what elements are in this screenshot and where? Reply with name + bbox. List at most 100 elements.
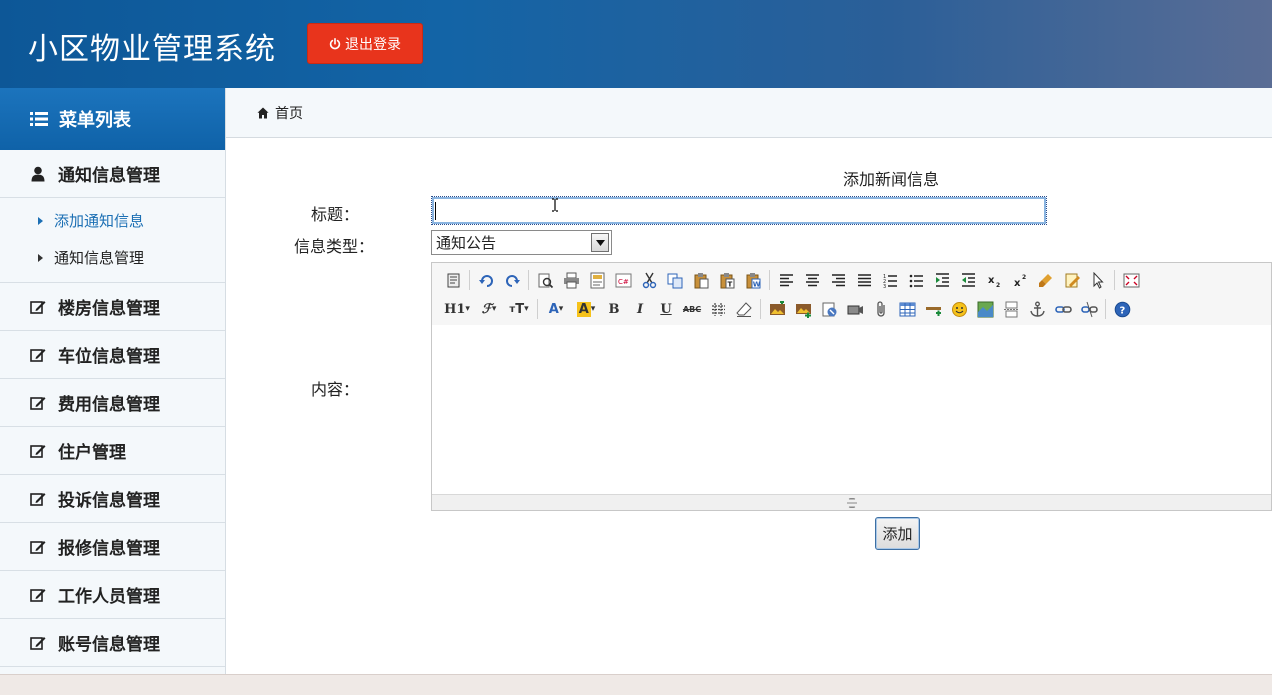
menu-group-resident[interactable]: 住户管理 [0,427,225,475]
pagebreak-icon[interactable] [998,296,1024,322]
attachment-icon[interactable] [868,296,894,322]
hr-icon[interactable] [920,296,946,322]
ordered-list-icon[interactable]: 123 [877,267,903,293]
eraser-icon[interactable] [731,296,757,322]
dropdown-arrow-icon[interactable] [591,233,609,252]
multi-image-icon[interactable] [790,296,816,322]
toolbar-row-2: H1 ▾ ℱ ▾ т T ▾ A ▾ A ▾ B I U ABC ? [440,296,1135,322]
editor-content-area[interactable] [432,325,1271,496]
superscript-icon[interactable]: x2 [1007,267,1033,293]
template-icon[interactable] [584,267,610,293]
select-all-icon[interactable] [1059,267,1085,293]
paste-text-icon[interactable]: T [714,267,740,293]
fullscreen-icon[interactable] [1118,267,1144,293]
logout-label: 退出登录 [345,36,401,53]
underline-icon[interactable]: U [653,296,679,322]
paste-word-icon[interactable]: W [740,267,766,293]
top-header: 小区物业管理系统 退出登录 [0,0,1272,88]
media-icon[interactable] [842,296,868,322]
link-icon[interactable] [1050,296,1076,322]
menu-group-label: 车位信息管理 [58,347,160,367]
unordered-list-icon[interactable] [903,267,929,293]
svg-text:2: 2 [996,282,1000,289]
undo-icon[interactable] [473,267,499,293]
image-icon[interactable] [764,296,790,322]
preview-icon[interactable] [532,267,558,293]
menu-group-staff[interactable]: 工作人员管理 [0,571,225,619]
menu-group-label: 费用信息管理 [58,395,160,415]
emoticon-icon[interactable] [946,296,972,322]
align-justify-icon[interactable] [851,267,877,293]
app-title: 小区物业管理系统 [28,32,276,67]
sidebar-item-label: 添加通知信息 [54,212,145,230]
caret-right-icon [38,216,43,225]
menu-group-parking[interactable]: 车位信息管理 [0,331,225,379]
menu-group-building[interactable]: 楼房信息管理 [0,283,225,331]
text-caret [435,202,436,220]
line-height-icon[interactable] [705,296,731,322]
sidebar-heading: 菜单列表 [0,88,225,150]
toolbar-separator [760,299,761,319]
font-family-icon[interactable]: ℱ ▾ [474,296,504,322]
clear-format-icon[interactable] [1033,267,1059,293]
menu-group-label: 通知信息管理 [58,166,160,186]
menu-group-complaint[interactable]: 投诉信息管理 [0,475,225,523]
edit-icon [30,540,46,554]
menu-group-notice[interactable]: 通知信息管理 [0,150,225,198]
font-color-icon[interactable]: A ▾ [541,296,571,322]
anchor-icon[interactable] [1024,296,1050,322]
unlink-icon[interactable] [1076,296,1102,322]
power-icon [329,37,341,49]
menu-group-label: 报修信息管理 [58,539,160,559]
add-button[interactable]: 添加 [875,517,920,550]
help-icon[interactable]: ? [1109,296,1135,322]
edit-icon [30,636,46,650]
edit-icon [30,492,46,506]
code-icon[interactable]: C# [610,267,636,293]
heading-icon[interactable]: H1 ▾ [440,296,474,322]
flash-icon[interactable] [816,296,842,322]
copy-icon[interactable] [662,267,688,293]
toolbar-separator [528,270,529,290]
form-title: 添加新闻信息 [843,170,940,189]
redo-icon[interactable] [499,267,525,293]
editor-resize-handle[interactable] [432,494,1271,510]
font-size-icon[interactable]: т T ▾ [504,296,534,322]
pointer-icon[interactable] [1085,267,1111,293]
indent-icon[interactable] [929,267,955,293]
svg-text:x: x [988,275,995,286]
source-icon[interactable] [440,267,466,293]
map-icon[interactable] [972,296,998,322]
menu-group-label: 账号信息管理 [58,635,160,655]
edit-icon [30,444,46,458]
strikethrough-icon[interactable]: ABC [679,296,705,322]
type-select[interactable]: 通知公告 [431,230,612,255]
logout-button[interactable]: 退出登录 [307,23,423,64]
subscript-icon[interactable]: x2 [981,267,1007,293]
breadcrumb-home-link[interactable]: 首页 [275,103,303,123]
sidebar: 菜单列表 通知信息管理 添加通知信息 通知信息管理 楼房信息管理 车位信息管理 … [0,88,226,674]
sidebar-item-add-notice[interactable]: 添加通知信息 [0,202,225,239]
align-left-icon[interactable] [773,267,799,293]
bold-icon[interactable]: B [601,296,627,322]
align-center-icon[interactable] [799,267,825,293]
italic-icon[interactable]: I [627,296,653,322]
title-input[interactable] [431,196,1047,225]
align-right-icon[interactable] [825,267,851,293]
edit-icon [30,396,46,410]
cut-icon[interactable] [636,267,662,293]
menu-group-fee[interactable]: 费用信息管理 [0,379,225,427]
menu-group-account[interactable]: 账号信息管理 [0,619,225,667]
svg-text:C#: C# [618,278,629,286]
table-icon[interactable] [894,296,920,322]
toolbar-separator [537,299,538,319]
sidebar-item-manage-notice[interactable]: 通知信息管理 [0,239,225,276]
print-icon[interactable] [558,267,584,293]
menu-group-repair[interactable]: 报修信息管理 [0,523,225,571]
user-icon [31,166,45,181]
outdent-icon[interactable] [955,267,981,293]
paste-icon[interactable] [688,267,714,293]
highlight-icon[interactable]: A ▾ [571,296,601,322]
edit-icon [30,588,46,602]
rich-text-editor: C# T W 123 x2 x2 H1 ▾ ℱ ▾ т T ▾ A ▾ A ▾ … [431,262,1272,511]
